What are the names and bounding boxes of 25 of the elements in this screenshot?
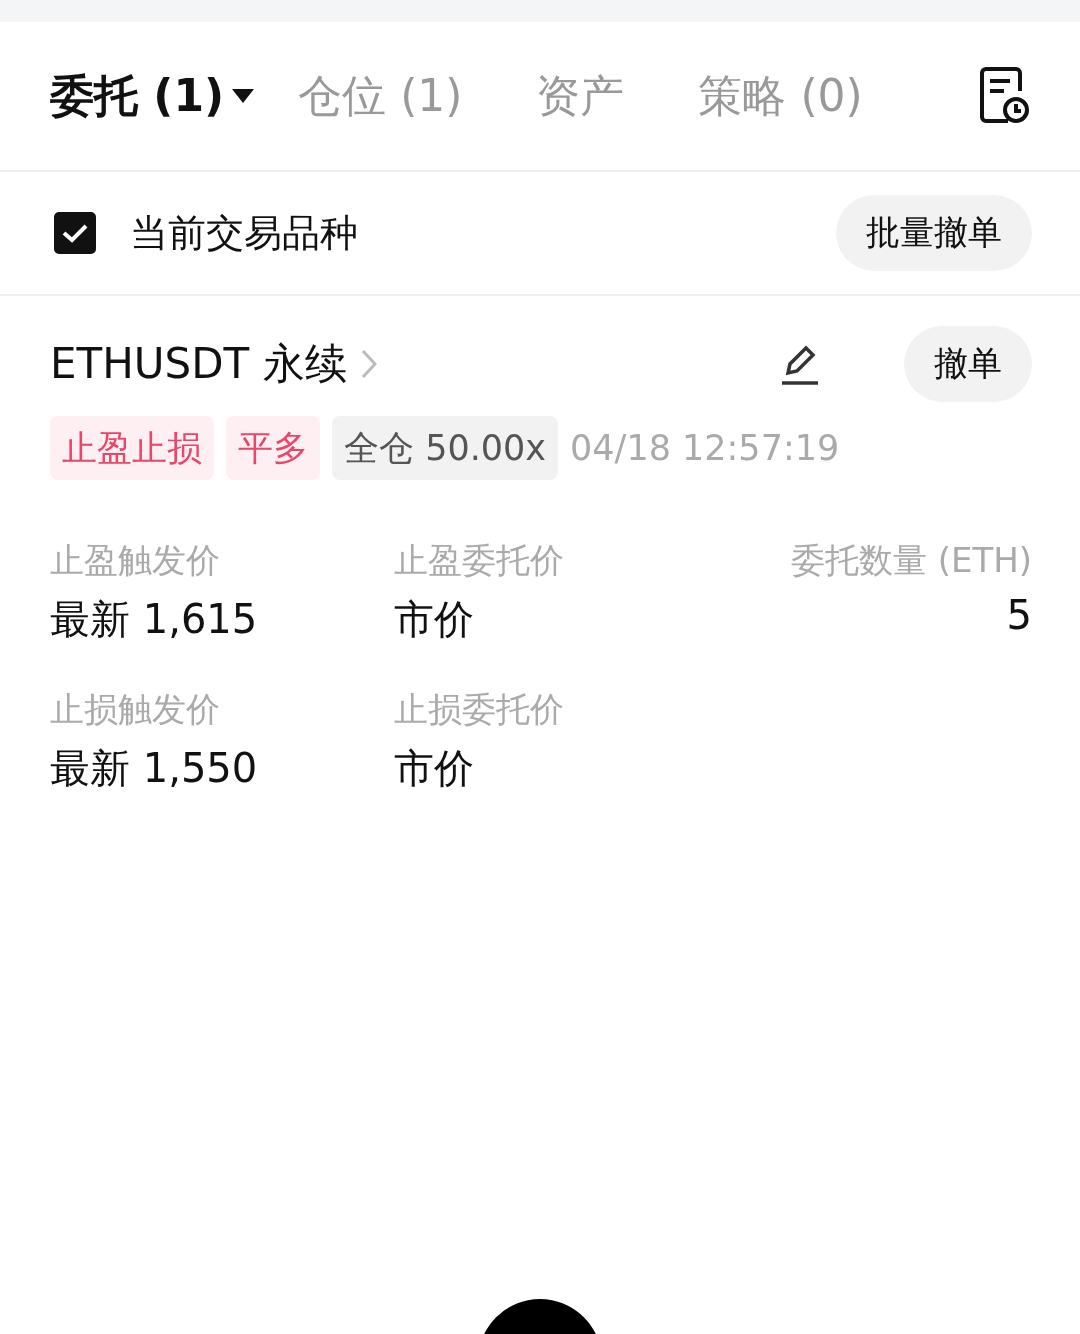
cancel-button[interactable]: 撤单 [904,326,1032,402]
field-value: 最新 1,550 [50,744,258,793]
tab[interactable]: 委托 (1) [50,66,255,126]
tag: 止盈止损 [50,416,214,480]
chevron-right-icon [360,349,377,379]
batch-cancel-button[interactable]: 批量撤单 [836,195,1032,271]
field-label: 止盈委托价 [394,539,564,582]
tag: 全仓 50.00x [332,416,559,480]
field-value: 最新 1,615 [50,595,258,644]
order-time: 04/18 12:57:19 [570,428,840,468]
field-value: 市价 [394,595,474,644]
field-label: 委托数量 (ETH) [790,539,1032,582]
caret-icon [232,89,255,103]
field-label: 止盈触发价 [50,539,220,582]
order-history-icon[interactable] [978,67,1030,125]
edit-icon[interactable] [780,343,820,385]
checkmark-icon [62,223,88,243]
field-label: 止损触发价 [50,688,220,731]
field-label: 止损委托价 [394,688,564,731]
field-value: 5 [1006,592,1032,638]
filter-label: 当前交易品种 [130,209,358,257]
field-value: 市价 [394,744,474,793]
symbol-link[interactable]: ETHUSDT 永续 [50,336,377,392]
tag: 平多 [226,416,320,480]
checkbox[interactable] [54,212,96,254]
